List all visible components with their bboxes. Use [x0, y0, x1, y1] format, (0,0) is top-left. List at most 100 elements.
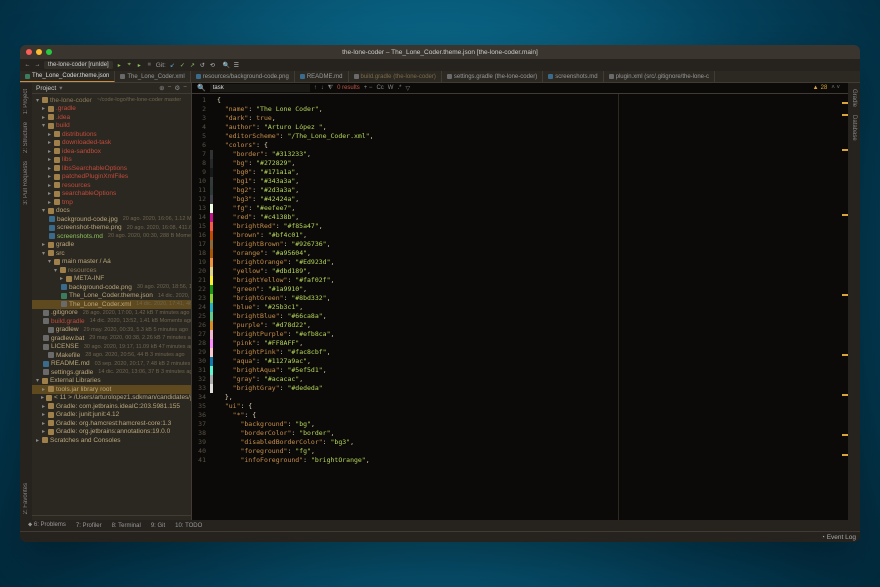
- forward-icon[interactable]: →: [34, 62, 41, 69]
- tool-tab-structure[interactable]: 2: Structure: [23, 122, 29, 153]
- tree-file[interactable]: Makefile28 ago. 2020, 20:56, 44 B 3 minu…: [32, 351, 191, 360]
- tree-folder[interactable]: ▾src: [32, 249, 191, 258]
- find-input[interactable]: [210, 84, 310, 92]
- event-log-button[interactable]: ◔ Event Log: [821, 534, 856, 541]
- expand-icon[interactable]: ▸: [47, 139, 52, 146]
- tree-folder[interactable]: ▸Scratches and Consoles: [32, 436, 191, 445]
- expand-icon[interactable]: ▾: [41, 207, 46, 214]
- tree-file[interactable]: gradlew29 may. 2020, 00:39, 5.3 kB 5 min…: [32, 326, 191, 335]
- select-opened-icon[interactable]: ⊕: [159, 84, 164, 92]
- expand-icon[interactable]: ▸: [41, 241, 46, 248]
- expand-icon[interactable]: ▸: [41, 411, 46, 418]
- expand-icon[interactable]: ▸: [47, 148, 52, 155]
- tree-file[interactable]: README.md03 sep. 2020, 20:17, 7.48 kB 2 …: [32, 360, 191, 369]
- debug-icon[interactable]: ⌖: [126, 62, 133, 69]
- tree-folder[interactable]: ▸META-INF: [32, 275, 191, 284]
- editor-tab[interactable]: resources/background-code.png: [191, 71, 295, 82]
- expand-icon[interactable]: ▸: [47, 131, 52, 138]
- tree-folder[interactable]: ▸tmp: [32, 198, 191, 207]
- bottom-tab-problems[interactable]: ⬥ 6: Problems: [24, 521, 70, 530]
- expand-icon[interactable]: ▾: [35, 377, 40, 384]
- expand-icon[interactable]: ▸: [41, 105, 46, 112]
- expand-icon[interactable]: ▸: [41, 394, 44, 401]
- editor-tab[interactable]: plugin.xml (src/.gitignore/the-lone-c: [604, 71, 715, 82]
- expand-icon[interactable]: ▸: [59, 275, 64, 282]
- tree-folder[interactable]: ▸Gradle: com.jetbrains.ideaIC:203.5981.1…: [32, 402, 191, 411]
- error-stripe[interactable]: [842, 94, 848, 520]
- inspection-badge[interactable]: ▲ 28 ˄ ˅: [813, 85, 840, 91]
- tree-folder[interactable]: ▸.idea: [32, 113, 191, 122]
- gutter[interactable]: 1234567891011121314151617181920212223242…: [192, 94, 210, 520]
- tree-folder[interactable]: ▸patchedPluginXmlFiles: [32, 173, 191, 182]
- tree-file[interactable]: background-code.jpg20 ago. 2020, 16:06, …: [32, 215, 191, 224]
- project-panel-header[interactable]: Project ▾ ⊕ − ⚙ −: [32, 83, 191, 94]
- tree-file[interactable]: gradlew.bat29 may. 2020, 00:38, 2.26 kB …: [32, 334, 191, 343]
- expand-icon[interactable]: ▾: [41, 250, 46, 257]
- expand-icon[interactable]: ▸: [47, 190, 52, 197]
- stop-icon[interactable]: ■: [146, 62, 153, 69]
- tree-file[interactable]: background-code.png30 ago. 2020, 18:56, …: [32, 283, 191, 292]
- expand-icon[interactable]: ▸: [47, 173, 52, 180]
- editor-tab[interactable]: The_Lone_Coder.theme.json: [20, 71, 115, 82]
- expand-icon[interactable]: ▸: [41, 420, 46, 427]
- tree-folder[interactable]: ▸< 11 > /Users/arturolopez1.sdkman/candi…: [32, 394, 191, 403]
- tree-folder[interactable]: ▸idea-sandbox: [32, 147, 191, 156]
- run-icon[interactable]: ▸: [116, 62, 123, 69]
- tree-folder[interactable]: ▸libsSearchableOptions: [32, 164, 191, 173]
- gear-icon[interactable]: ⚙: [174, 84, 180, 92]
- tool-tab-pull-requests[interactable]: 3: Pull Requests: [23, 161, 29, 205]
- bottom-tab-todo[interactable]: 10: TODO: [171, 522, 206, 530]
- expand-icon[interactable]: ▸: [47, 182, 52, 189]
- tree-folder[interactable]: ▾build: [32, 122, 191, 131]
- tree-folder[interactable]: ▸downloaded-task: [32, 139, 191, 148]
- tree-folder[interactable]: ▸resources: [32, 181, 191, 190]
- bottom-tab-git[interactable]: 9: Git: [147, 522, 169, 530]
- expand-icon[interactable]: ▸: [41, 428, 46, 435]
- vcs-commit-icon[interactable]: ✓: [179, 62, 186, 69]
- tree-folder[interactable]: ▸distributions: [32, 130, 191, 139]
- tree-folder[interactable]: ▸searchableOptions: [32, 190, 191, 199]
- vcs-rollback-icon[interactable]: ⟲: [209, 62, 216, 69]
- expand-icon[interactable]: ▾: [53, 267, 58, 274]
- expand-icon[interactable]: ▸: [41, 386, 46, 393]
- tree-file[interactable]: build.gradle14 dic. 2020, 13:52, 1.41 kB…: [32, 317, 191, 326]
- expand-icon[interactable]: ▾: [47, 258, 52, 265]
- structure-icon[interactable]: ☰: [233, 62, 240, 69]
- collapse-icon[interactable]: −: [168, 84, 172, 92]
- project-tree[interactable]: ▾the-lone-coder~/code-logo/the-lone-code…: [32, 94, 191, 515]
- code-text[interactable]: { "name": "The Lone Coder", "dark": true…: [213, 94, 842, 520]
- expand-icon[interactable]: ▸: [47, 156, 52, 163]
- tool-tab-project[interactable]: 1: Project: [23, 89, 29, 114]
- tree-file[interactable]: .gitignore28 ago. 2020, 17:00, 1.42 kB 7…: [32, 309, 191, 318]
- run-config-combo[interactable]: the-lone-coder [runIde]: [44, 61, 113, 69]
- hide-icon[interactable]: −: [183, 84, 187, 92]
- tree-file[interactable]: The_Lone_Coder.theme.json14 dic. 2020, 1…: [32, 292, 191, 301]
- next-match-icon[interactable]: ↓: [321, 85, 324, 91]
- vcs-update-icon[interactable]: ↙: [169, 62, 176, 69]
- bottom-tab-profiler[interactable]: 7: Profiler: [72, 522, 106, 530]
- filter2-icon[interactable]: ▽: [405, 85, 410, 92]
- regex-icon[interactable]: .*: [397, 85, 401, 91]
- vcs-push-icon[interactable]: ↗: [189, 62, 196, 69]
- expand-icon[interactable]: ▸: [41, 403, 46, 410]
- tree-folder[interactable]: ▾docs: [32, 207, 191, 216]
- expand-icon[interactable]: ▾: [35, 97, 40, 104]
- tree-folder[interactable]: ▸libs: [32, 156, 191, 165]
- titlebar[interactable]: the-lone-coder – The_Lone_Coder.theme.js…: [20, 45, 860, 59]
- words-icon[interactable]: W: [388, 85, 394, 91]
- tree-file[interactable]: settings.gradle14 dic. 2020, 13:06, 37 B…: [32, 368, 191, 377]
- tree-folder[interactable]: ▾main master / Aá: [32, 258, 191, 267]
- editor-tab[interactable]: README.md: [295, 71, 349, 82]
- prev-match-icon[interactable]: ↑: [314, 85, 317, 91]
- tool-tab-favorites[interactable]: 2: Favorites: [23, 483, 29, 514]
- tree-folder[interactable]: ▸Gradle: junit:junit:4.12: [32, 411, 191, 420]
- code-area[interactable]: 1234567891011121314151617181920212223242…: [192, 94, 848, 520]
- tree-folder[interactable]: ▾resources: [32, 266, 191, 275]
- tree-file[interactable]: screenshots.md20 ago. 2020, 00:30, 288 B…: [32, 232, 191, 241]
- tool-tab-database[interactable]: Database: [851, 115, 857, 141]
- tree-folder[interactable]: ▸Gradle: org.jetbrains:annotations:19.0.…: [32, 428, 191, 437]
- tree-file[interactable]: screenshot-theme.png20 ago. 2020, 16:08,…: [32, 224, 191, 233]
- vcs-history-icon[interactable]: ↺: [199, 62, 206, 69]
- tree-folder[interactable]: ▸Gradle: org.hamcrest:hamcrest-core:1.3: [32, 419, 191, 428]
- editor-tab[interactable]: build.gradle (the-lone-coder): [349, 71, 442, 82]
